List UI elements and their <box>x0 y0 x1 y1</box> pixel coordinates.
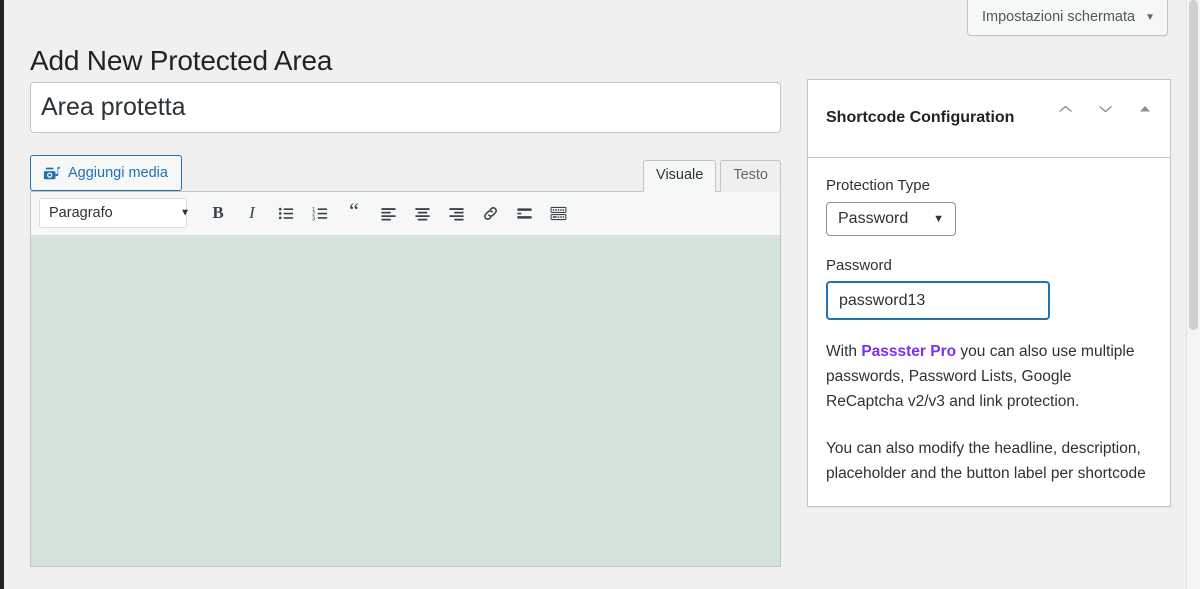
metabox-content: Protection Type Password ▼ Password With… <box>808 158 1170 506</box>
read-more-icon[interactable] <box>507 198 541 228</box>
shortcode-configuration-metabox: Shortcode Configuration Protection Type … <box>807 79 1171 507</box>
admin-page: Impostazioni schermata ▼ Add New Protect… <box>4 0 1186 589</box>
add-media-button[interactable]: Aggiungi media <box>30 155 182 191</box>
editor-toolbar: Paragrafo ▼ B I 1 2 3 “ <box>31 192 780 236</box>
chevron-down-icon: ▼ <box>1145 11 1155 23</box>
toggle-toolbar-icon[interactable] <box>541 198 575 228</box>
toggle-panel-icon[interactable] <box>1132 98 1158 120</box>
insert-link-icon[interactable] <box>473 198 507 228</box>
format-select-wrapper: Paragrafo ▼ <box>39 198 201 228</box>
metabox-title: Shortcode Configuration <box>826 109 1015 127</box>
align-left-icon[interactable] <box>371 198 405 228</box>
numbered-list-icon[interactable]: 1 2 3 <box>303 198 337 228</box>
media-buttons-row: Aggiungi media Visuale Testo <box>30 155 781 192</box>
password-field: Password <box>826 256 1152 321</box>
italic-icon[interactable]: I <box>235 198 269 228</box>
password-label: Password <box>826 256 892 274</box>
svg-text:3: 3 <box>312 216 315 222</box>
align-right-icon[interactable] <box>439 198 473 228</box>
move-up-icon[interactable] <box>1052 98 1078 120</box>
pro-promo-text-1: With Passster Pro you can also use multi… <box>826 339 1152 414</box>
post-title-input[interactable] <box>30 82 781 133</box>
post-body-content: Aggiungi media Visuale Testo Paragrafo ▼… <box>30 82 781 567</box>
pro-promo-text-2: You can also modify the headline, descri… <box>826 439 1146 482</box>
protection-type-label: Protection Type <box>826 177 930 195</box>
bold-icon[interactable]: B <box>201 198 235 228</box>
protection-type-select[interactable]: Password <box>826 201 956 236</box>
protection-type-select-wrapper: Password ▼ <box>826 201 956 236</box>
window-scrollbar[interactable] <box>1186 0 1200 589</box>
move-down-icon[interactable] <box>1092 98 1118 120</box>
tab-text[interactable]: Testo <box>720 159 781 192</box>
passster-pro-link[interactable]: Passster Pro <box>861 343 956 360</box>
align-center-icon[interactable] <box>405 198 439 228</box>
add-media-icon <box>42 164 61 183</box>
editor-container: Paragrafo ▼ B I 1 2 3 “ <box>30 191 781 567</box>
metabox-handle-actions <box>1052 94 1158 120</box>
editor-content-area[interactable] <box>31 236 780 566</box>
password-input[interactable] <box>826 281 1050 321</box>
screen-options-button[interactable]: Impostazioni schermata ▼ <box>966 0 1168 37</box>
scrollbar-thumb[interactable] <box>1189 0 1198 330</box>
bulleted-list-icon[interactable] <box>269 198 303 228</box>
promo-prefix: With <box>826 343 862 361</box>
screen-options-label: Impostazioni schermata <box>981 9 1136 25</box>
blockquote-icon[interactable]: “ <box>337 198 371 228</box>
paragraph-format-select[interactable]: Paragrafo <box>39 198 187 228</box>
metabox-header: Shortcode Configuration <box>808 80 1170 159</box>
tab-visual[interactable]: Visuale <box>643 159 717 192</box>
sidebar-postbox-container: Shortcode Configuration Protection Type … <box>807 79 1171 507</box>
page-title: Add New Protected Area <box>30 44 333 76</box>
editor-mode-tabs: Visuale Testo <box>643 159 781 192</box>
add-media-label: Aggiungi media <box>68 165 168 181</box>
protection-type-field: Protection Type Password ▼ <box>826 176 1152 236</box>
